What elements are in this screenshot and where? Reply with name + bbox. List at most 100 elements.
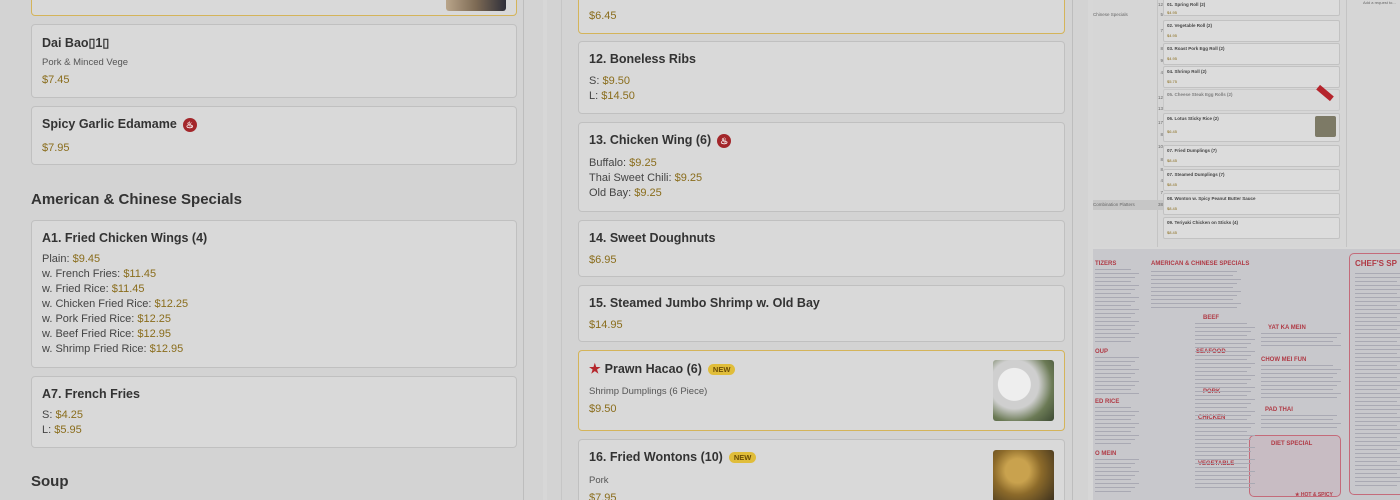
list-item[interactable]: 05. Cheese Steak Egg Rolls (2) bbox=[1163, 89, 1340, 111]
menu-line bbox=[1355, 337, 1400, 338]
menu-line bbox=[1355, 457, 1400, 458]
active-category[interactable]: Combination Platters 38 bbox=[1093, 200, 1169, 210]
list-item[interactable]: 06. Lotus Sticky Rice (2) $6.45 bbox=[1163, 113, 1340, 142]
item-title: 15. Steamed Jumbo Shrimp w. Old Bay bbox=[589, 296, 820, 310]
menu-item-card[interactable]: 12. Boneless Ribs S: $9.50 L: $14.50 bbox=[578, 41, 1065, 114]
menu-heading: DIET SPECIAL bbox=[1271, 441, 1313, 447]
menu-line bbox=[1355, 361, 1400, 362]
category-link[interactable]: Chinese Specials bbox=[1093, 12, 1128, 17]
menu-line bbox=[1355, 397, 1400, 398]
item-description: Shrimp Dumplings (6 Piece) bbox=[589, 386, 708, 397]
menu-line bbox=[1095, 407, 1131, 408]
menu-item-card[interactable]: $6.45 bbox=[578, 0, 1065, 34]
price-option: w. Fried Rice: $11.45 bbox=[42, 283, 145, 295]
food-image bbox=[1315, 116, 1336, 137]
item-description: Pork & Minced Vege bbox=[42, 57, 129, 68]
menu-line bbox=[1095, 459, 1139, 460]
list-item[interactable]: 01. Spring Roll (2) $4.95 bbox=[1163, 0, 1340, 16]
menu-line bbox=[1095, 487, 1135, 488]
menu-line bbox=[1095, 357, 1139, 358]
menu-line bbox=[1195, 467, 1247, 468]
menu-line bbox=[1195, 407, 1247, 408]
food-image bbox=[446, 0, 506, 11]
menu-line bbox=[1355, 325, 1400, 326]
menu-line bbox=[1261, 377, 1333, 378]
menu-line bbox=[1095, 479, 1131, 480]
menu-line bbox=[1261, 365, 1333, 366]
menu-line bbox=[1355, 421, 1400, 422]
category-count: 8 bbox=[1160, 167, 1163, 172]
menu-line bbox=[1195, 387, 1255, 388]
menu-line bbox=[1095, 365, 1131, 366]
menu-line bbox=[1355, 477, 1400, 478]
menu-item-card[interactable]: ★ Prawn Hacao (6) NEW Shrimp Dumplings (6 … bbox=[578, 350, 1065, 431]
menu-line bbox=[1095, 373, 1135, 374]
menu-line bbox=[1095, 471, 1139, 472]
legend-note: ★ HOT & SPICY bbox=[1295, 492, 1333, 498]
category-count: 8 bbox=[1160, 132, 1163, 137]
menu-item-card[interactable]: 13. Chicken Wing (6) ♨ Buffalo: $9.25 Tha… bbox=[578, 122, 1065, 212]
menu-line bbox=[1355, 401, 1397, 402]
list-item[interactable]: 07. Steamed Dumplings (7) $8.45 bbox=[1163, 169, 1340, 191]
menu-line bbox=[1195, 375, 1255, 376]
menu-line bbox=[1095, 415, 1135, 416]
menu-line bbox=[1195, 431, 1247, 432]
category-count: 8 bbox=[1160, 157, 1163, 162]
item-title: 14. Sweet Doughnuts bbox=[589, 231, 716, 245]
menu-line bbox=[1355, 405, 1400, 406]
menu-line bbox=[1095, 277, 1135, 278]
menu-item-card[interactable]: Spicy Garlic Edamame ♨ $7.95 bbox=[31, 106, 517, 165]
request-note[interactable]: Add a request to... bbox=[1363, 0, 1396, 5]
price-option: w. Shrimp Fried Rice: $12.95 bbox=[42, 343, 184, 355]
menu-line bbox=[1261, 423, 1341, 424]
menu-item-card[interactable]: 16. Fried Wontons (10) NEW Pork $7.95 bbox=[578, 439, 1065, 500]
item-title: 12. Boneless Ribs bbox=[589, 52, 696, 66]
menu-line bbox=[1195, 423, 1255, 424]
menu-line bbox=[1095, 431, 1131, 432]
list-item[interactable]: 02. Vegetable Roll (2) $4.95 bbox=[1163, 20, 1340, 42]
menu-line bbox=[1095, 483, 1139, 484]
item-price: $6.45 bbox=[589, 10, 617, 22]
menu-line bbox=[1195, 395, 1247, 396]
price-option: S: $4.25 bbox=[42, 409, 83, 421]
list-item[interactable]: 07. Fried Dumplings (7) $8.45 bbox=[1163, 145, 1340, 167]
menu-line bbox=[1095, 361, 1135, 362]
item-price: $14.95 bbox=[589, 319, 623, 331]
menu-line bbox=[1355, 409, 1400, 410]
menu-line bbox=[1195, 355, 1251, 356]
menu-line bbox=[1355, 365, 1397, 366]
item-price: $9.50 bbox=[589, 403, 617, 415]
menu-item-card[interactable]: Dai Bao▯1▯ Pork & Minced Vege $7.45 bbox=[31, 24, 517, 98]
menu-line bbox=[1095, 393, 1139, 394]
menu-line bbox=[1261, 341, 1333, 342]
menu-item-card[interactable] bbox=[31, 0, 517, 16]
price-option: Thai Sweet Chili: $9.25 bbox=[589, 172, 703, 184]
menu-heading: OUP bbox=[1095, 349, 1109, 355]
menu-line bbox=[1355, 297, 1400, 298]
list-item[interactable]: 09. Teriyaki Chicken on Sticks (4) $8.45 bbox=[1163, 217, 1340, 239]
list-item[interactable]: 08. Wonton w. Spicy Peanut Butter Sauce $… bbox=[1163, 193, 1340, 215]
menu-line bbox=[1355, 285, 1400, 286]
price-option: Buffalo: $9.25 bbox=[589, 157, 657, 169]
menu-item-card[interactable]: 15. Steamed Jumbo Shrimp w. Old Bay $14.… bbox=[578, 285, 1065, 342]
food-image bbox=[993, 360, 1054, 421]
category-count: 8 bbox=[1160, 46, 1163, 51]
menu-line bbox=[1355, 329, 1397, 330]
menu-line bbox=[1261, 333, 1341, 334]
menu-line bbox=[1355, 425, 1397, 426]
menu-line bbox=[1151, 287, 1233, 288]
item-title: Spicy Garlic Edamame bbox=[42, 117, 177, 131]
menu-line bbox=[1095, 435, 1139, 436]
menu-item-card[interactable]: 14. Sweet Doughnuts $6.95 bbox=[578, 220, 1065, 277]
menu-line bbox=[1195, 443, 1247, 444]
menu-photo: TIZERS AMERICAN & CHINESE SPECIALS CHEF'… bbox=[1093, 249, 1400, 500]
menu-item-card[interactable]: A1. Fried Chicken Wings (4) Plain: $9.45… bbox=[31, 220, 517, 368]
menu-line bbox=[1195, 435, 1255, 436]
menu-line bbox=[1195, 371, 1247, 372]
menu-line bbox=[1355, 349, 1400, 350]
menu-item-card[interactable]: A7. French Fries S: $4.25 L: $5.95 bbox=[31, 376, 517, 448]
list-item[interactable]: 04. Shrimp Roll (2) $5.75 bbox=[1163, 66, 1340, 88]
list-item[interactable]: 03. Roast Pork Egg Roll (2) $4.95 bbox=[1163, 43, 1340, 65]
price-option: L: $5.95 bbox=[42, 424, 82, 436]
category-count: 5 bbox=[1160, 12, 1163, 17]
